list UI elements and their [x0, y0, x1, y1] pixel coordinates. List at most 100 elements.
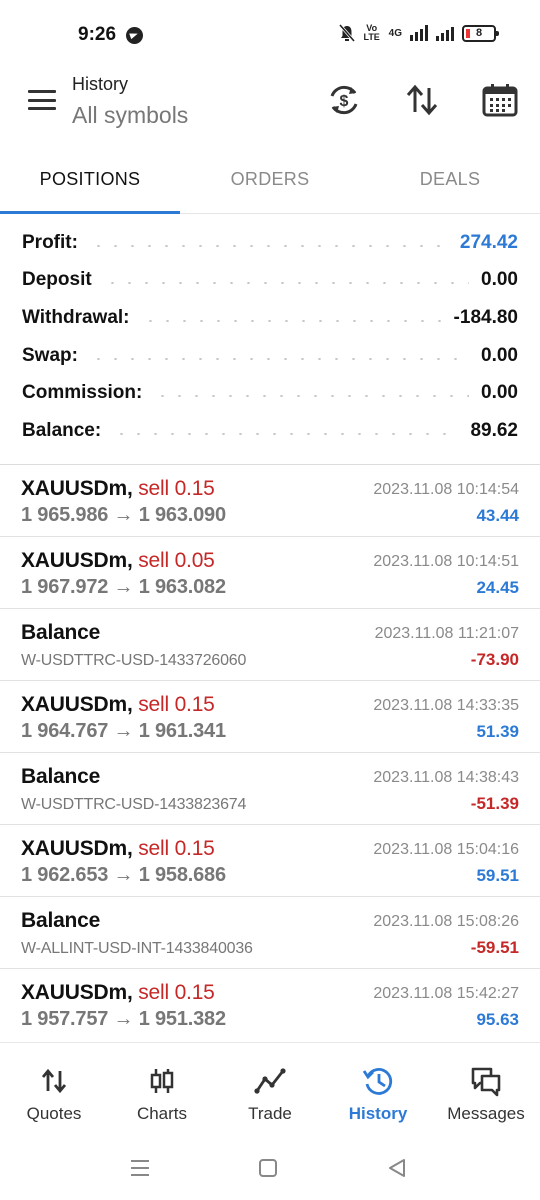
list-item[interactable]: XAUUSDm, sell 0.05 1 967.972 → 1 963.082…	[0, 537, 540, 609]
item-time: 2023.11.08 14:33:35	[373, 697, 519, 714]
list-item[interactable]: XAUUSDm, sell 0.15 1 957.757 → 1 951.382…	[0, 969, 540, 1041]
sort-icon[interactable]	[404, 82, 440, 118]
summary-row-swap: Swap: 0.00	[0, 337, 540, 375]
bottom-nav: Quotes Charts Trade History Messages	[0, 1042, 540, 1138]
trade-line-icon	[254, 1068, 286, 1094]
symbol-filter[interactable]: All symbols	[72, 102, 188, 129]
dot-leader	[103, 282, 470, 285]
dot-leader	[89, 357, 470, 360]
item-profit: 51.39	[476, 722, 519, 741]
dot-leader	[154, 395, 470, 398]
summary-value: 89.62	[470, 419, 518, 441]
dot-leader	[89, 244, 448, 247]
item-time: 2023.11.08 15:42:27	[373, 985, 519, 1002]
summary-panel: Profit: 274.42 Deposit 0.00 Withdrawal: …	[0, 224, 540, 450]
volte-label: Vo LTE	[363, 23, 380, 42]
item-comment: W-USDTTRC-USD-1433823674	[21, 796, 247, 813]
summary-label: Profit:	[22, 231, 78, 253]
candlestick-icon	[150, 1069, 174, 1093]
summary-label: Balance:	[22, 419, 102, 441]
nav-history[interactable]: History	[324, 1043, 432, 1138]
list-item[interactable]: XAUUSDm, sell 0.15 1 964.767 → 1 961.341…	[0, 681, 540, 753]
nav-label: Trade	[248, 1104, 292, 1123]
status-icons: Vo LTE 4G 8	[338, 23, 499, 42]
item-comment: W-USDTTRC-USD-1433726060	[21, 652, 247, 669]
calendar-icon[interactable]	[482, 82, 518, 118]
summary-value: 0.00	[481, 269, 518, 291]
summary-row-balance: Balance: 89.62	[0, 412, 540, 450]
item-profit: 24.45	[476, 578, 519, 597]
menu-icon[interactable]	[28, 90, 56, 110]
item-side: sell 0.05	[138, 549, 215, 572]
item-prices: 1 965.986 → 1 963.090	[21, 504, 226, 526]
summary-label: Deposit	[22, 269, 92, 291]
item-symbol: XAUUSDm, sell 0.05	[21, 549, 215, 572]
battery-level: 8	[475, 26, 483, 39]
quotes-arrows-icon	[41, 1068, 67, 1094]
item-side: sell 0.15	[138, 477, 215, 500]
nav-label: Charts	[136, 1104, 188, 1123]
item-side: sell 0.15	[138, 693, 215, 716]
signal-2-icon	[436, 25, 454, 41]
item-profit: 59.51	[476, 866, 519, 885]
item-time: 2023.11.08 10:14:54	[373, 481, 519, 498]
list-item[interactable]: Balance W-ALLINT-USD-INT-1433840036 2023…	[0, 897, 540, 969]
list-item[interactable]: XAUUSDm, sell 0.15 1 962.653 → 1 958.686…	[0, 825, 540, 897]
status-bar: 9:26 Vo LTE 4G 8	[0, 0, 540, 70]
tab-orders[interactable]: ORDERS	[180, 150, 360, 213]
item-symbol: XAUUSDm, sell 0.15	[21, 837, 215, 860]
nav-quotes[interactable]: Quotes	[0, 1043, 108, 1138]
list-item[interactable]: Balance W-USDTTRC-USD-1433823674 2023.11…	[0, 753, 540, 825]
item-prices: 1 967.972 → 1 963.082	[21, 576, 226, 598]
history-tabs: POSITIONS ORDERS DEALS	[0, 150, 540, 214]
home-icon[interactable]	[256, 1156, 280, 1180]
signal-icon	[410, 25, 428, 41]
tab-deals[interactable]: DEALS	[360, 150, 540, 213]
nav-label: Messages	[447, 1104, 525, 1123]
currency-refresh-icon[interactable]: $	[326, 82, 362, 118]
item-prices: 1 962.653 → 1 958.686	[21, 864, 226, 886]
tab-positions[interactable]: POSITIONS	[0, 150, 180, 214]
list-item[interactable]: Balance W-USDTTRC-USD-1433726060 2023.11…	[0, 609, 540, 681]
item-time: 2023.11.08 11:21:07	[374, 625, 519, 642]
telegram-icon	[126, 27, 143, 44]
item-prices: 1 957.757 → 1 951.382	[21, 1008, 226, 1030]
recent-apps-icon[interactable]	[128, 1156, 152, 1180]
svg-text:$: $	[340, 93, 349, 110]
messages-chat-icon	[471, 1067, 501, 1097]
nav-charts[interactable]: Charts	[108, 1043, 216, 1138]
summary-value: 0.00	[481, 344, 518, 366]
app-header: History All symbols $	[0, 70, 540, 150]
summary-value: -184.80	[453, 306, 518, 328]
system-nav	[0, 1138, 540, 1200]
item-profit: -51.39	[470, 794, 519, 813]
dot-leader	[141, 319, 442, 322]
list-item[interactable]: XAUUSDm, sell 0.15 1 965.986 → 1 963.090…	[0, 465, 540, 537]
item-symbol: Balance	[21, 621, 101, 644]
item-time: 2023.11.08 10:14:51	[373, 553, 519, 570]
status-time: 9:26	[78, 24, 117, 45]
item-prices: 1 964.767 → 1 961.341	[21, 720, 226, 742]
item-time: 2023.11.08 15:04:16	[373, 841, 519, 858]
bell-muted-icon	[338, 24, 355, 42]
item-symbol: Balance	[21, 909, 101, 932]
back-icon[interactable]	[385, 1156, 409, 1180]
dot-leader	[113, 432, 459, 435]
item-profit: 95.63	[476, 1010, 519, 1029]
item-symbol: XAUUSDm, sell 0.15	[21, 693, 215, 716]
item-side: sell 0.15	[138, 981, 215, 1004]
nav-label: History	[348, 1104, 408, 1123]
summary-value: 274.42	[459, 231, 518, 253]
summary-label: Swap:	[22, 344, 78, 366]
item-profit: 43.44	[476, 506, 519, 525]
item-profit: -59.51	[470, 938, 519, 957]
summary-row-profit: Profit: 274.42	[0, 224, 540, 262]
item-symbol: XAUUSDm, sell 0.15	[21, 981, 215, 1004]
nav-messages[interactable]: Messages	[432, 1043, 540, 1138]
item-profit: -73.90	[470, 650, 519, 669]
summary-value: 0.00	[481, 382, 518, 404]
nav-trade[interactable]: Trade	[216, 1043, 324, 1138]
page-title: History	[72, 74, 129, 94]
summary-row-withdrawal: Withdrawal: -184.80	[0, 299, 540, 337]
summary-label: Commission:	[22, 382, 143, 404]
